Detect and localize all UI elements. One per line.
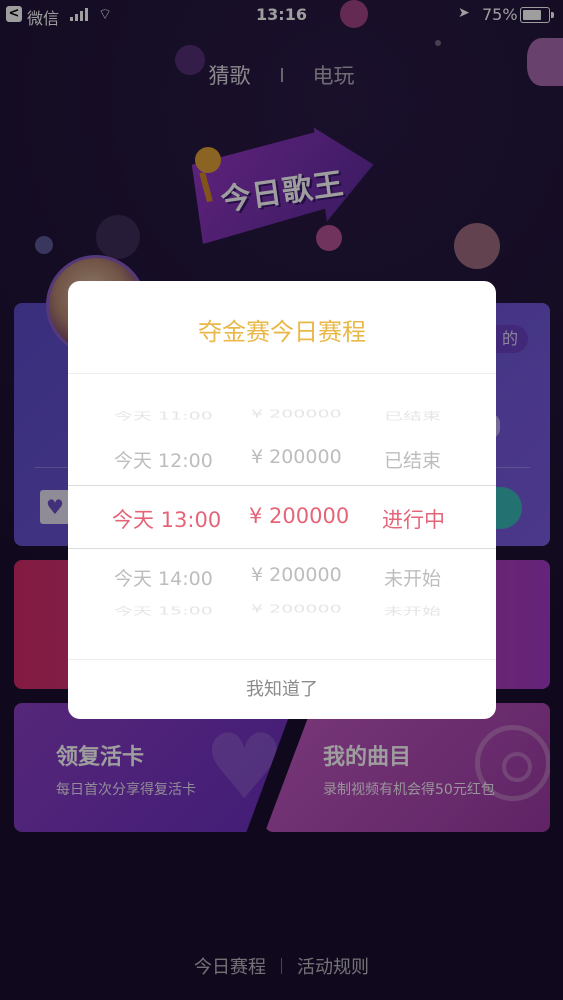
schedule-status: 已结束	[384, 450, 442, 472]
schedule-time: 今天 11:00	[114, 410, 213, 423]
schedule-dialog: 夺金赛今日赛程 今天 11:00 ¥ 200000 已结束 今天 12:00 ¥…	[68, 281, 496, 719]
picker-selection-top	[68, 485, 496, 486]
schedule-prize: ¥ 200000	[251, 408, 342, 421]
schedule-prize: ¥ 200000	[251, 564, 342, 586]
schedule-status: 未开始	[384, 605, 442, 618]
schedule-picker[interactable]: 今天 11:00 ¥ 200000 已结束 今天 12:00 ¥ 200000 …	[68, 374, 496, 659]
schedule-time: 今天 14:00	[114, 568, 213, 590]
schedule-prize: ¥ 200000	[251, 446, 342, 468]
picker-selection-bottom	[68, 548, 496, 549]
schedule-status: 已结束	[384, 410, 442, 423]
confirm-button[interactable]: 我知道了	[68, 660, 496, 719]
schedule-time: 今天 12:00	[114, 450, 213, 472]
schedule-time: 今天 15:00	[114, 605, 213, 618]
dialog-title: 夺金赛今日赛程	[198, 318, 366, 346]
schedule-prize: ¥ 200000	[251, 603, 342, 616]
schedule-time: 今天 13:00	[112, 508, 222, 532]
schedule-status: 未开始	[384, 568, 442, 590]
schedule-status: 进行中	[382, 508, 445, 532]
schedule-prize: ¥ 200000	[249, 504, 350, 528]
